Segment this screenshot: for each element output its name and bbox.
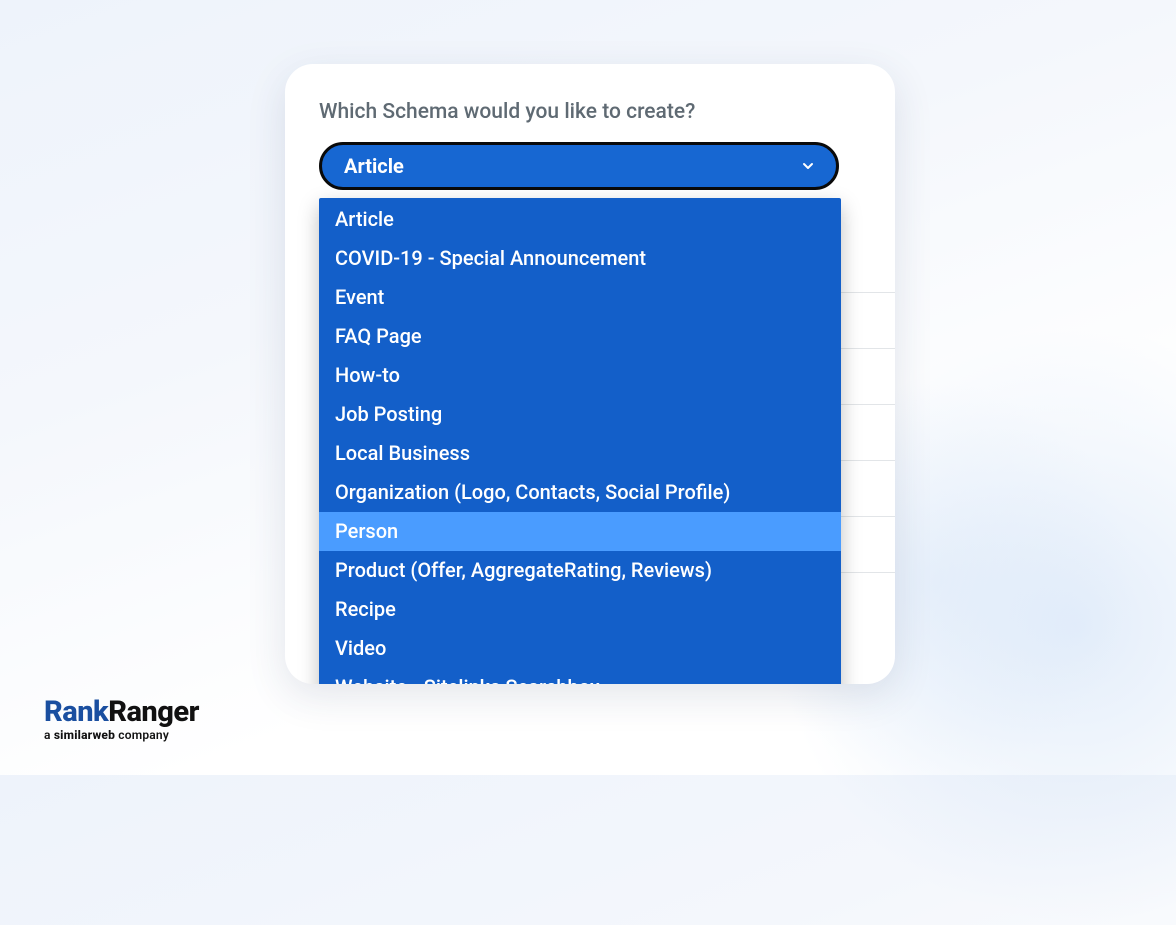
- dropdown-option[interactable]: FAQ Page: [319, 317, 841, 356]
- schema-select[interactable]: Article: [319, 142, 839, 190]
- dropdown-option[interactable]: Video: [319, 629, 841, 668]
- rankranger-logo: RankRanger a similarweb company: [44, 698, 199, 741]
- logo-wordmark: RankRanger: [44, 698, 199, 727]
- dropdown-option[interactable]: Organization (Logo, Contacts, Social Pro…: [319, 473, 841, 512]
- schema-card: Which Schema would you like to create? A…: [285, 64, 895, 684]
- dropdown-option[interactable]: Job Posting: [319, 395, 841, 434]
- dropdown-option[interactable]: Event: [319, 278, 841, 317]
- dropdown-option[interactable]: Person: [319, 512, 841, 551]
- logo-sub-suffix: company: [115, 728, 169, 742]
- dropdown-option[interactable]: Product (Offer, AggregateRating, Reviews…: [319, 551, 841, 590]
- prompt-label: Which Schema would you like to create?: [319, 100, 861, 124]
- logo-part-rank: Rank: [44, 695, 108, 729]
- dropdown-option[interactable]: Local Business: [319, 434, 841, 473]
- chevron-down-icon: [800, 158, 816, 174]
- dropdown-option[interactable]: COVID-19 - Special Announcement: [319, 239, 841, 278]
- logo-sub-prefix: a: [44, 728, 54, 742]
- dropdown-option[interactable]: Article: [319, 200, 841, 239]
- schema-select-value: Article: [344, 154, 404, 178]
- dropdown-option[interactable]: Recipe: [319, 590, 841, 629]
- dropdown-option[interactable]: Website - Sitelinks Searchbox: [319, 668, 841, 684]
- schema-dropdown[interactable]: ArticleCOVID-19 - Special AnnouncementEv…: [319, 198, 841, 684]
- logo-sub-brand: similarweb: [54, 728, 115, 742]
- dropdown-option[interactable]: How-to: [319, 356, 841, 395]
- schema-select-wrap: Article ArticleCOVID-19 - Special Announ…: [319, 142, 861, 190]
- logo-part-ranger: Ranger: [108, 695, 199, 729]
- logo-tagline: a similarweb company: [44, 729, 199, 741]
